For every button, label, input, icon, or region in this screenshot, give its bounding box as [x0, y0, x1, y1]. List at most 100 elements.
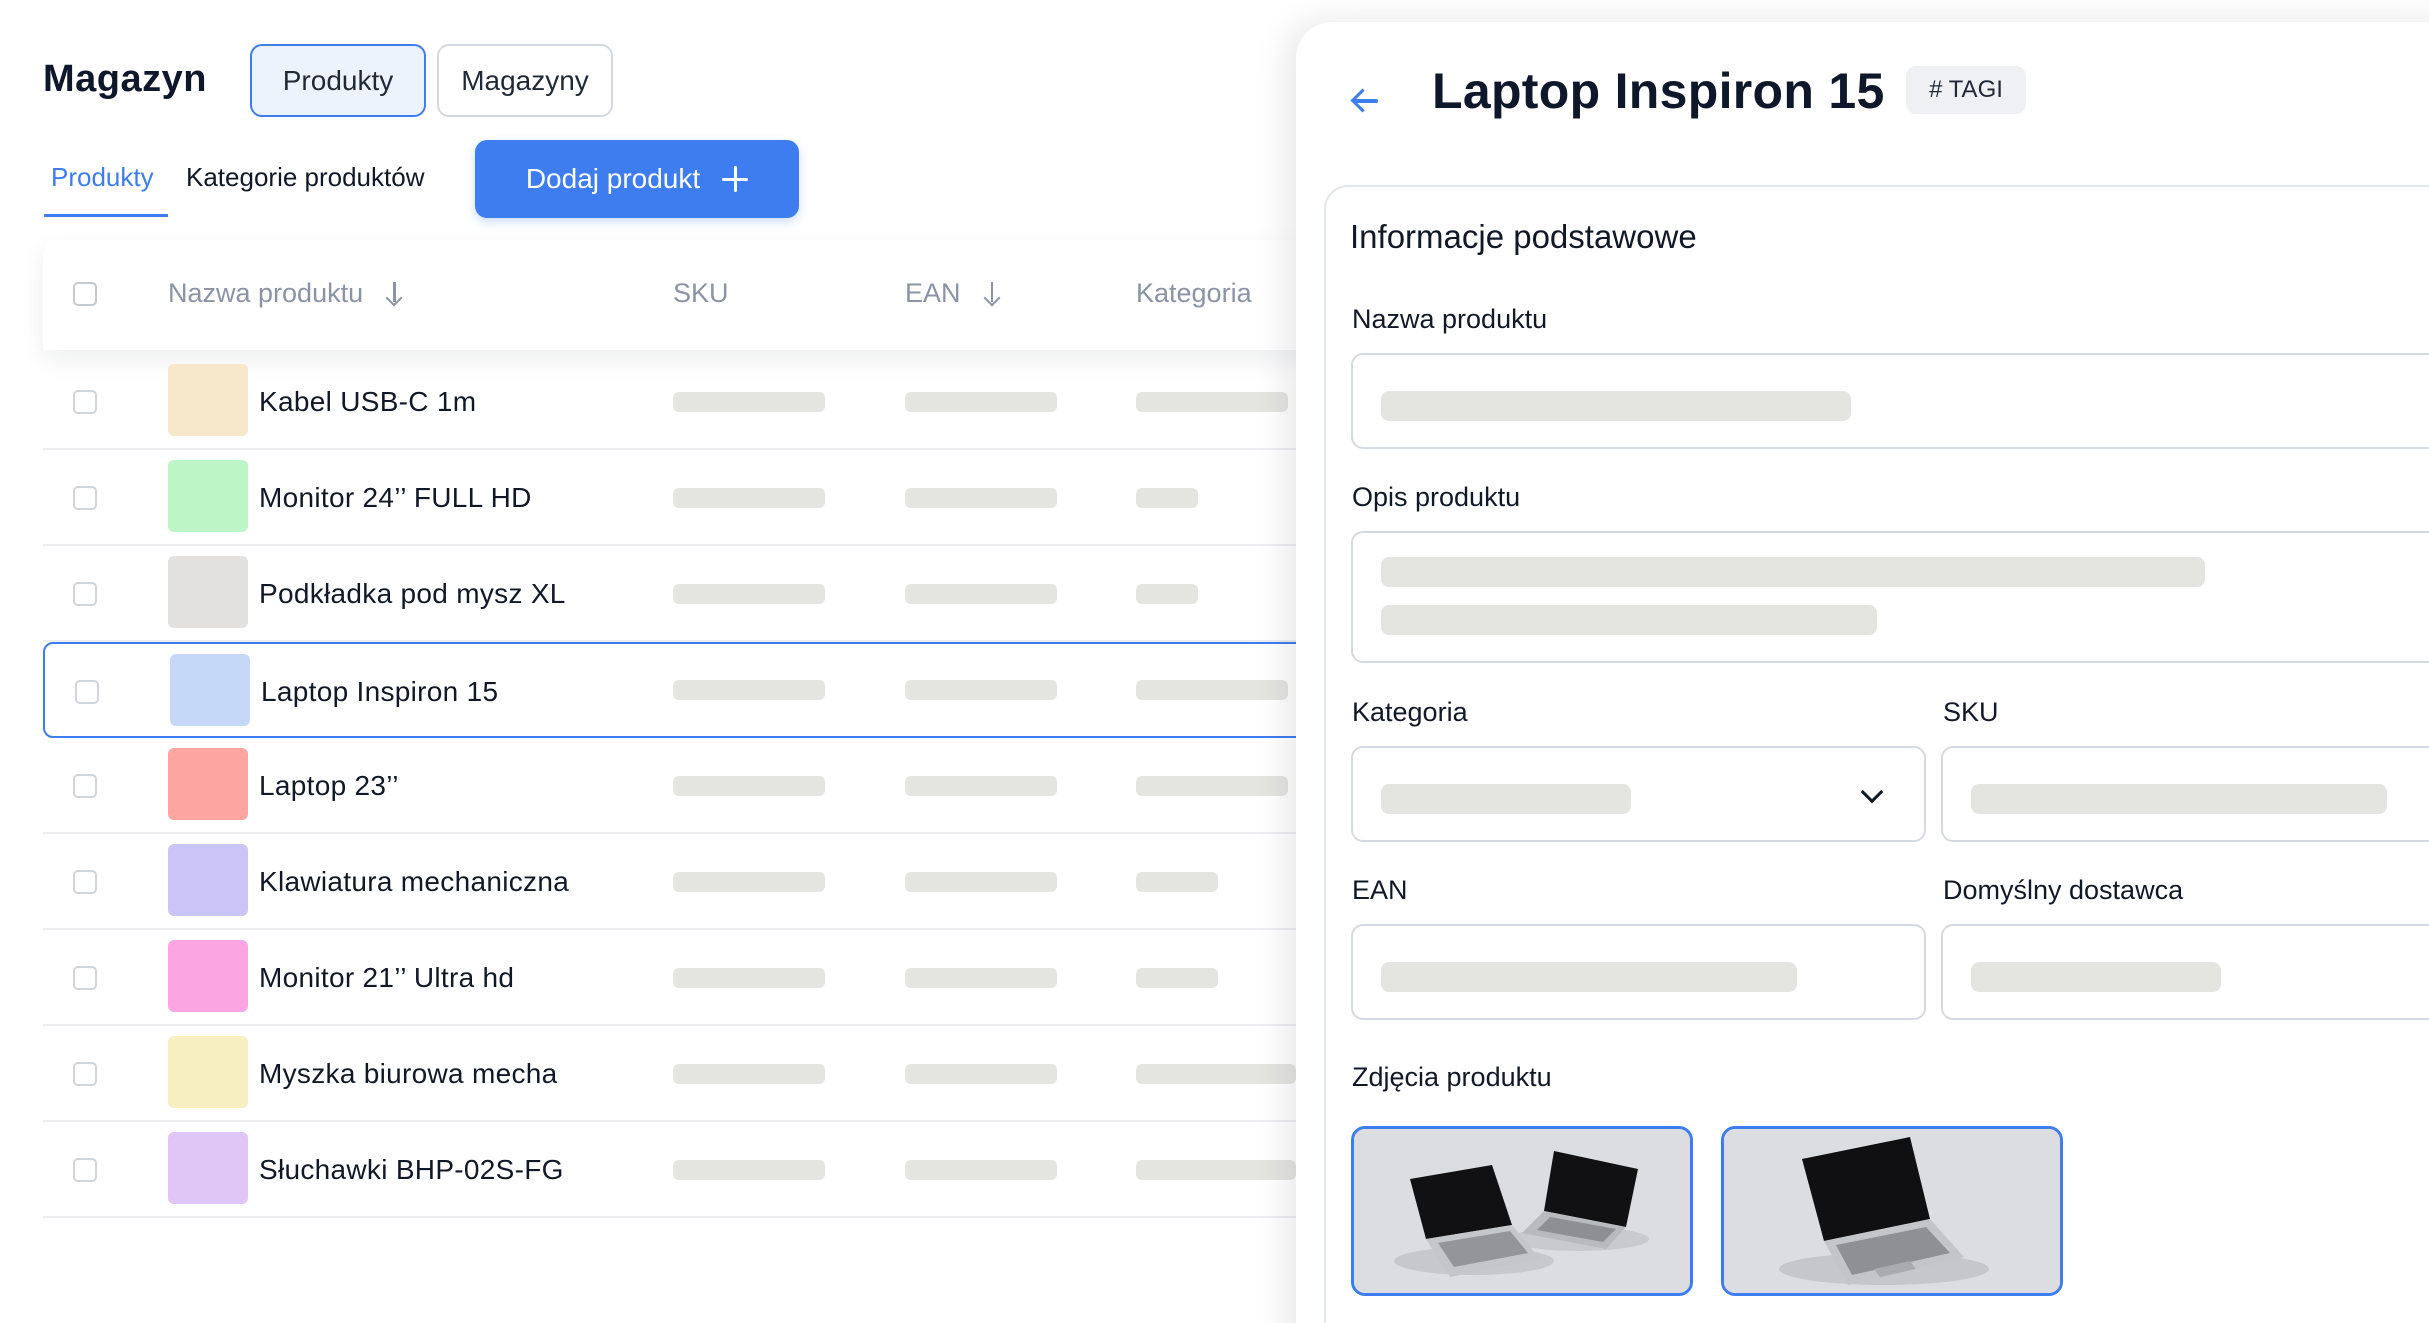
category-skeleton — [1136, 680, 1288, 700]
add-product-button[interactable]: Dodaj produkt — [475, 140, 799, 218]
placeholder-skeleton — [1381, 557, 2205, 587]
products-table: Nazwa produktu SKU EAN Kategoria Kabel U… — [43, 240, 1373, 1323]
table-row[interactable]: Monitor 24’’ FULL HD — [43, 450, 1373, 546]
table-row[interactable]: Laptop Inspiron 15 — [43, 642, 1373, 738]
column-header-sku[interactable]: SKU — [673, 278, 729, 309]
sku-field[interactable] — [1941, 746, 2429, 842]
category-label: Kategoria — [1352, 697, 1468, 727]
ean-field[interactable] — [1351, 924, 1926, 1020]
product-name: Monitor 24’’ FULL HD — [259, 482, 532, 513]
page-title: Magazyn — [43, 58, 207, 100]
column-header-name-label: Nazwa produktu — [168, 278, 364, 308]
row-checkbox[interactable] — [73, 1062, 97, 1086]
table-row[interactable]: Kabel USB-C 1m — [43, 354, 1373, 450]
product-title: Laptop Inspiron 15 — [1432, 63, 1885, 119]
product-description-field[interactable] — [1351, 531, 2429, 663]
placeholder-skeleton — [1381, 391, 1851, 421]
tab-products[interactable]: Produkty — [51, 162, 154, 193]
tab-product-categories[interactable]: Kategorie produktów — [186, 162, 424, 193]
column-header-ean[interactable]: EAN — [905, 278, 1001, 309]
product-thumbnail — [168, 460, 248, 532]
ean-skeleton — [905, 680, 1057, 700]
product-name: Laptop 23’’ — [259, 770, 399, 801]
segment-products-button[interactable]: Produkty — [250, 44, 426, 117]
sku-label: SKU — [1943, 697, 1999, 727]
category-skeleton — [1136, 488, 1198, 508]
column-header-category-label: Kategoria — [1136, 278, 1252, 308]
product-photo-thumbnail[interactable] — [1721, 1126, 2063, 1296]
sku-skeleton — [673, 392, 825, 412]
plus-icon — [722, 166, 749, 192]
ean-skeleton — [905, 488, 1057, 508]
segment-warehouses-button[interactable]: Magazyny — [437, 44, 613, 117]
product-name: Laptop Inspiron 15 — [261, 676, 499, 707]
select-all-checkbox[interactable] — [73, 282, 97, 306]
product-thumbnail — [168, 556, 248, 628]
placeholder-skeleton — [1381, 605, 1877, 635]
row-checkbox[interactable] — [73, 870, 97, 894]
sort-arrow-down-icon — [983, 281, 1001, 306]
table-row[interactable]: Laptop 23’’ — [43, 738, 1373, 834]
active-tab-indicator — [44, 214, 168, 217]
product-description-label: Opis produktu — [1352, 482, 1521, 512]
default-supplier-label: Domyślny dostawca — [1943, 875, 2184, 905]
placeholder-skeleton — [1381, 962, 1797, 992]
add-product-button-label: Dodaj produkt — [525, 163, 701, 194]
product-thumbnail — [168, 1036, 248, 1108]
ean-skeleton — [905, 392, 1057, 412]
product-photo-thumbnail[interactable] — [1351, 1126, 1693, 1296]
product-thumbnail — [168, 364, 248, 436]
laptop-photo-image — [1354, 1129, 1690, 1293]
row-checkbox[interactable] — [73, 774, 97, 798]
product-photos-label: Zdjęcia produktu — [1352, 1062, 1552, 1092]
sku-skeleton — [673, 584, 825, 604]
product-thumbnail — [168, 748, 248, 820]
product-name: Myszka biurowa mecha — [259, 1058, 558, 1089]
sku-skeleton — [673, 1064, 825, 1084]
table-header: Nazwa produktu SKU EAN Kategoria — [43, 240, 1373, 350]
product-name: Podkładka pod mysz XL — [259, 578, 566, 609]
product-name: Monitor 21’’ Ultra hd — [259, 962, 515, 993]
ean-skeleton — [905, 584, 1057, 604]
ean-skeleton — [905, 776, 1057, 796]
sku-skeleton — [673, 488, 825, 508]
placeholder-skeleton — [1971, 962, 2221, 992]
product-thumbnail — [168, 940, 248, 1012]
row-checkbox[interactable] — [73, 582, 97, 606]
category-skeleton — [1136, 968, 1218, 988]
column-header-sku-label: SKU — [673, 278, 729, 308]
category-skeleton — [1136, 776, 1288, 796]
table-row[interactable]: Myszka biurowa mecha — [43, 1026, 1373, 1122]
category-skeleton — [1136, 872, 1218, 892]
arrow-left-icon[interactable] — [1350, 86, 1380, 116]
row-checkbox[interactable] — [73, 486, 97, 510]
tags-chip[interactable]: # TAGI — [1906, 66, 2026, 114]
column-header-category[interactable]: Kategoria — [1136, 278, 1252, 309]
sort-arrow-down-icon — [385, 281, 403, 306]
product-name-field[interactable] — [1351, 353, 2429, 449]
row-checkbox[interactable] — [75, 680, 99, 704]
placeholder-skeleton — [1381, 784, 1631, 814]
row-checkbox[interactable] — [73, 390, 97, 414]
sku-skeleton — [673, 1160, 825, 1180]
chevron-down-icon — [1860, 780, 1884, 804]
row-checkbox[interactable] — [73, 966, 97, 990]
table-row[interactable]: Monitor 21’’ Ultra hd — [43, 930, 1373, 1026]
default-supplier-field[interactable] — [1941, 924, 2429, 1020]
category-select[interactable] — [1351, 746, 1926, 842]
ean-skeleton — [905, 1160, 1057, 1180]
row-checkbox[interactable] — [73, 1158, 97, 1182]
sku-skeleton — [673, 776, 825, 796]
table-row[interactable]: Podkładka pod mysz XL — [43, 546, 1373, 642]
table-row[interactable]: Klawiatura mechaniczna — [43, 834, 1373, 930]
ean-label: EAN — [1352, 875, 1408, 905]
table-row[interactable]: Słuchawki BHP-02S-FG — [43, 1122, 1373, 1218]
product-name-label: Nazwa produktu — [1352, 304, 1548, 334]
product-thumbnail — [168, 844, 248, 916]
ean-skeleton — [905, 968, 1057, 988]
sku-skeleton — [673, 872, 825, 892]
column-header-name[interactable]: Nazwa produktu — [168, 278, 403, 309]
ean-skeleton — [905, 872, 1057, 892]
sku-skeleton — [673, 680, 825, 700]
category-skeleton — [1136, 392, 1288, 412]
